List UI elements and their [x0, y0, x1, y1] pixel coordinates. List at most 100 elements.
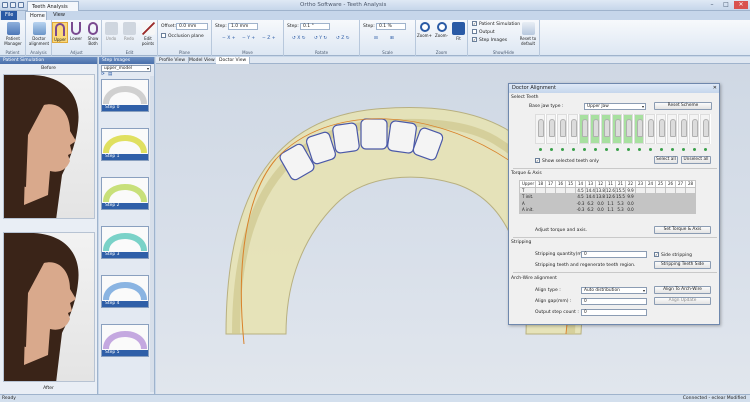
set-torque-button[interactable]: Set Torque & Axis: [654, 226, 711, 234]
step-item[interactable]: Step 1: [101, 128, 149, 161]
tooth-toggle[interactable]: [689, 114, 699, 151]
tooth-toggle[interactable]: [557, 114, 567, 151]
occlusion-plane-check[interactable]: Occlusion plane: [161, 33, 204, 40]
torque-cell[interactable]: [665, 206, 676, 214]
tooth-toggle[interactable]: [623, 114, 633, 151]
show-both-button[interactable]: Show Both: [84, 22, 102, 46]
output-step-input[interactable]: 0: [581, 309, 647, 316]
step-item[interactable]: Step 4: [101, 275, 149, 308]
refresh-icon[interactable]: ⟳: [101, 71, 105, 78]
unselect-all-button[interactable]: Unselect all: [681, 156, 711, 164]
patient-manager-button[interactable]: Patient Manager: [2, 22, 24, 46]
patient-simulation-check[interactable]: ✓ Patient Simulation: [472, 21, 520, 28]
rotate-step-field[interactable]: 0.1 °: [300, 23, 330, 30]
step-item[interactable]: Step 3: [101, 226, 149, 259]
zoom-in-button[interactable]: Zoom+: [416, 22, 433, 38]
tooth-toggle[interactable]: [601, 114, 611, 151]
export-icon[interactable]: ▤: [108, 71, 112, 78]
align-update-button[interactable]: Align Update: [654, 297, 711, 305]
torque-cell[interactable]: [685, 206, 696, 214]
rotate-z-control[interactable]: ↺ Z ↻: [336, 35, 350, 42]
torque-cell[interactable]: 13.8: [595, 186, 606, 194]
edit-points-button[interactable]: Edit points: [138, 22, 158, 46]
torque-cell[interactable]: 15.5: [615, 193, 626, 201]
tooth-toggle[interactable]: [535, 114, 545, 151]
torque-cell[interactable]: 0.0: [625, 206, 636, 214]
scale-step-field[interactable]: 0.1 %: [376, 23, 406, 30]
scale-down-icon[interactable]: ⊟: [374, 35, 378, 42]
torque-cell[interactable]: 13.8: [595, 193, 606, 201]
torque-cell[interactable]: -0.3: [575, 206, 586, 214]
step-item-initial[interactable]: Step 0: [101, 79, 149, 112]
tooth-toggle[interactable]: [678, 114, 688, 151]
tooth-toggle[interactable]: [612, 114, 622, 151]
minimize-button[interactable]: –: [705, 1, 719, 9]
tab-view[interactable]: View: [49, 11, 69, 20]
align-gap-input[interactable]: 0: [581, 298, 647, 305]
base-jaw-select[interactable]: Upper Jaw ▾: [584, 103, 646, 110]
tooth-toggle[interactable]: [634, 114, 644, 151]
upper-button[interactable]: Upper: [52, 22, 68, 43]
save-icon[interactable]: [10, 2, 16, 8]
step-item[interactable]: Step 5: [101, 324, 149, 357]
tab-home[interactable]: Home: [25, 11, 47, 20]
steps-scrollbar[interactable]: [150, 76, 154, 392]
side-stripping-check[interactable]: ✓ Side stripping: [654, 252, 692, 258]
move-z-control[interactable]: − Z +: [262, 35, 276, 42]
reset-default-button[interactable]: Reset to default: [516, 22, 540, 46]
tooth-toggle[interactable]: [667, 114, 677, 151]
document-tab[interactable]: Teeth Analysis: [27, 1, 79, 11]
tooth-toggle[interactable]: [546, 114, 556, 151]
torque-cell[interactable]: [645, 206, 656, 214]
show-selected-check[interactable]: ✓ Show selected teeth only: [535, 158, 599, 164]
doctor-alignment-button[interactable]: Doctor alignment: [28, 22, 50, 46]
tooth-toggle[interactable]: [590, 114, 600, 151]
undo-quick-icon[interactable]: [18, 2, 24, 8]
scale-up-icon[interactable]: ⊞: [390, 35, 394, 42]
close-icon[interactable]: ✕: [713, 84, 717, 93]
teeth-selector[interactable]: [535, 114, 711, 151]
torque-cell[interactable]: 14.4: [585, 193, 596, 201]
tooth-toggle[interactable]: [579, 114, 589, 151]
torque-cell[interactable]: [535, 206, 546, 214]
align-type-select[interactable]: Auto distribution ▾: [581, 287, 647, 294]
app-icon[interactable]: [2, 2, 8, 8]
torque-row[interactable]: A init. -0.3 6.2 0.0 1.1 5.3 0.0: [519, 206, 696, 214]
torque-cell[interactable]: 6.2: [585, 206, 596, 214]
step-images-check[interactable]: ✓ Step Images: [472, 37, 507, 44]
move-step-field[interactable]: 1.0 mm: [228, 23, 258, 30]
offset-field[interactable]: 0.0 mm: [176, 23, 208, 30]
torque-table[interactable]: Upper 18 17 16 15 14 13 12 11 21 22 23 24 25 26 27 28 T 4.…: [519, 180, 696, 214]
rotate-x-control[interactable]: ↺ X ↻: [292, 35, 306, 42]
lower-button[interactable]: Lower: [68, 22, 84, 41]
tab-file[interactable]: File: [1, 11, 17, 20]
zoom-out-button[interactable]: Zoom-: [433, 22, 450, 38]
close-button[interactable]: ✕: [734, 1, 748, 9]
redo-button[interactable]: Redo: [120, 22, 138, 41]
stripping-teeth-side-button[interactable]: Stripping Teeth Side: [654, 261, 711, 269]
output-check[interactable]: Output: [472, 29, 495, 36]
stripping-quantity-input[interactable]: 0: [581, 251, 647, 258]
torque-cell[interactable]: [655, 206, 666, 214]
torque-cell[interactable]: 5.3: [615, 206, 626, 214]
reset-scheme-button[interactable]: Reset Scheme: [654, 102, 712, 110]
undo-button[interactable]: Undo: [102, 22, 120, 41]
torque-cell[interactable]: 12.6: [605, 186, 616, 194]
torque-cell[interactable]: 14.4: [585, 186, 596, 194]
torque-cell[interactable]: [555, 206, 566, 214]
tab-profile-view[interactable]: Profile View: [156, 57, 190, 64]
select-all-button[interactable]: Select all: [654, 156, 678, 164]
fit-button[interactable]: Fit: [450, 22, 467, 41]
move-x-control[interactable]: − X +: [222, 35, 236, 42]
tooth-toggle[interactable]: [656, 114, 666, 151]
step-item[interactable]: Step 2: [101, 177, 149, 210]
tab-model-view[interactable]: Model View: [186, 57, 219, 64]
torque-cell[interactable]: 1.1: [605, 206, 616, 214]
torque-cell[interactable]: [565, 206, 576, 214]
rotate-y-control[interactable]: ↺ Y ↻: [314, 35, 327, 42]
tab-doctor-view[interactable]: Doctor View: [216, 57, 251, 64]
torque-cell[interactable]: [545, 206, 556, 214]
maximize-button[interactable]: □: [719, 1, 733, 9]
tooth-toggle[interactable]: [568, 114, 578, 151]
torque-cell[interactable]: 0.0: [595, 206, 606, 214]
